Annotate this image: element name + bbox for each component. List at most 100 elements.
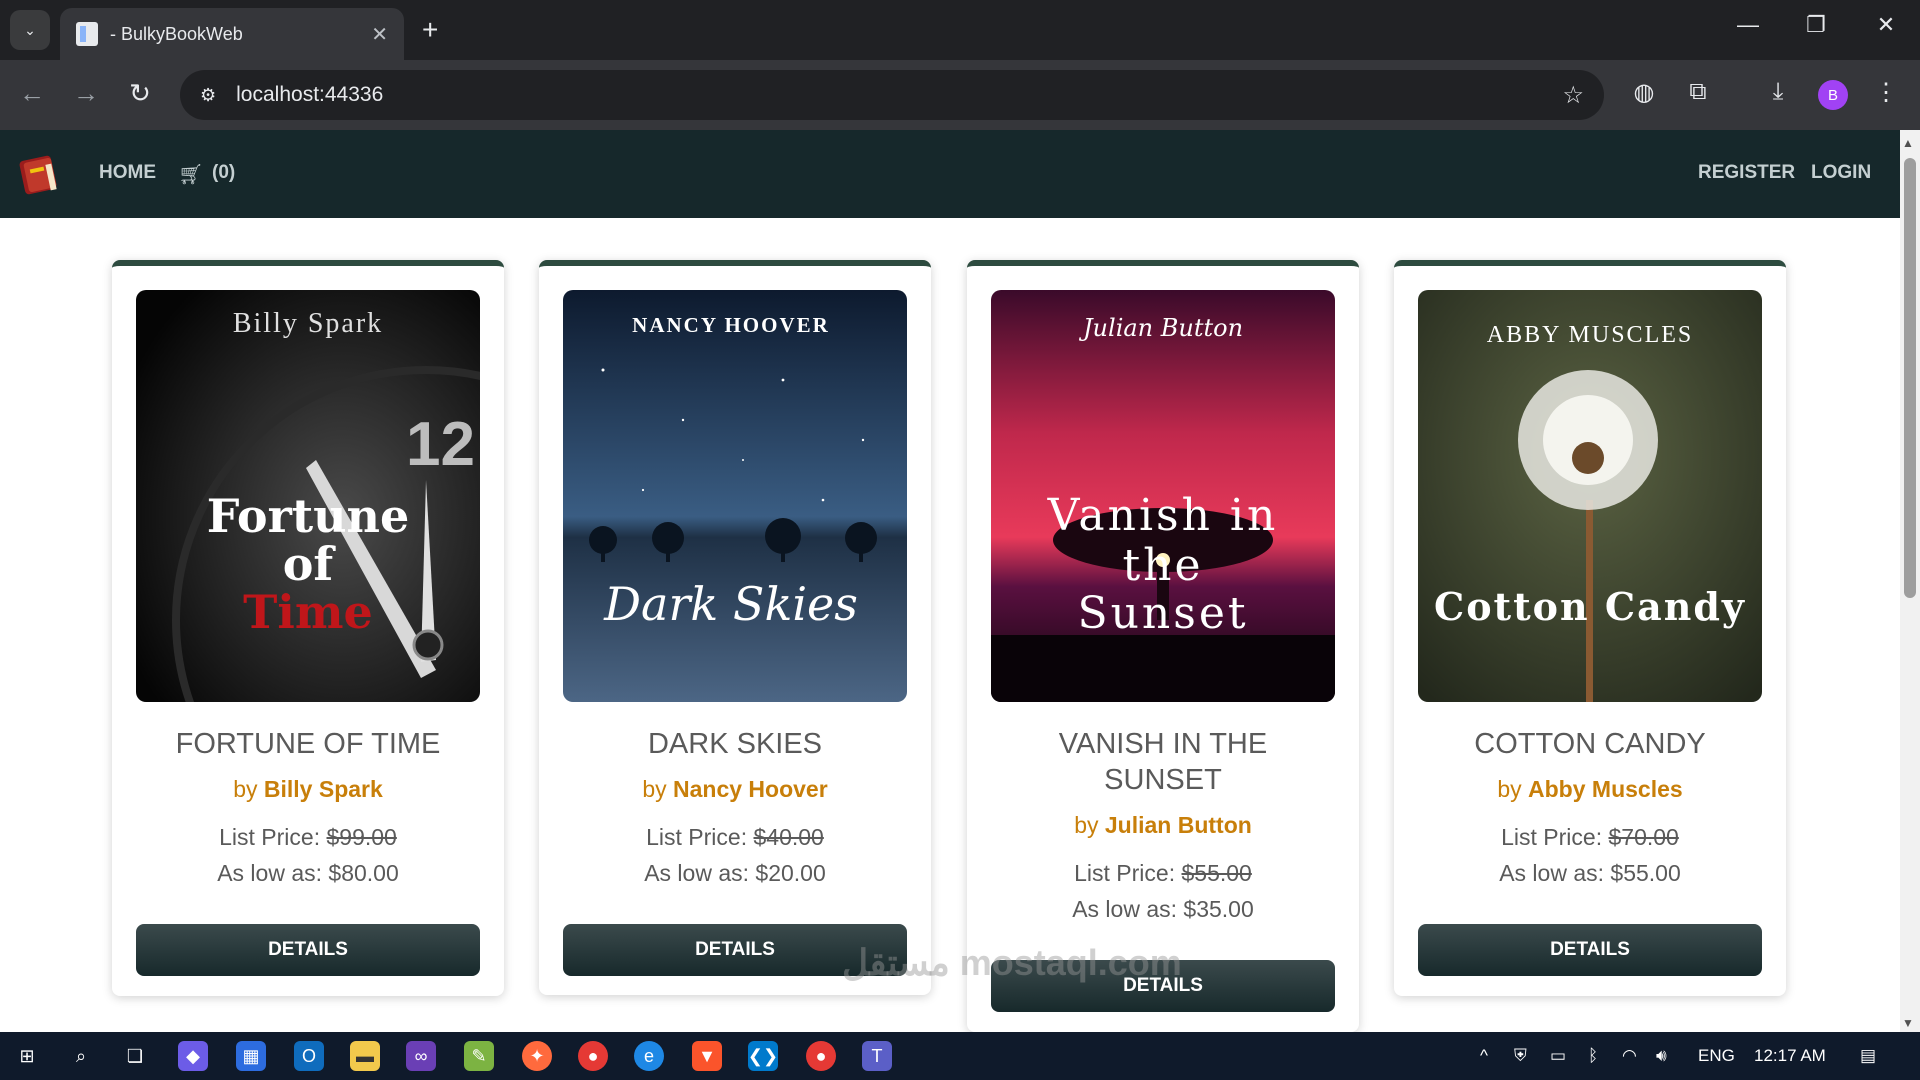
language-indicator[interactable]: ENG	[1698, 1046, 1735, 1066]
tab-search-button[interactable]: ⌄	[10, 10, 50, 50]
visual-studio-icon[interactable]: ∞	[406, 1041, 436, 1071]
cover-dark-skies: NANCY HOOVER Dark Skies	[563, 290, 907, 702]
extensions-icon[interactable]: ⧉	[1680, 78, 1716, 106]
details-button[interactable]: DETAILS	[1418, 924, 1762, 976]
brave-icon[interactable]: ▼	[692, 1041, 722, 1071]
nav-home-link[interactable]: HOME	[99, 162, 156, 184]
sale-price: As low as: $55.00	[1499, 860, 1681, 886]
reload-icon[interactable]: ↻	[122, 78, 158, 109]
sale-price: As low as: $20.00	[644, 860, 826, 886]
cart-count[interactable]: (0)	[212, 162, 235, 184]
watermark: مستقل mostaql.com	[842, 942, 1182, 983]
search-icon[interactable]: ⌕	[66, 1041, 96, 1071]
task-view-icon[interactable]: ❏	[120, 1041, 150, 1071]
product-title: COTTON CANDY	[1474, 728, 1706, 760]
volume-icon[interactable]: 🔊︎	[1656, 1046, 1667, 1066]
copilot-icon[interactable]: ◆	[178, 1041, 208, 1071]
cover-title-line3: Time	[243, 585, 373, 639]
product-title: DARK SKIES	[647, 728, 823, 760]
scroll-up-icon[interactable]: ▲	[1902, 136, 1914, 150]
scroll-down-icon[interactable]: ▼	[1902, 1016, 1914, 1030]
product-author: by Billy Spark	[233, 776, 383, 802]
postman-icon[interactable]: ✦	[522, 1041, 552, 1071]
cover-title-line2: of	[283, 537, 337, 591]
back-icon[interactable]: ←	[14, 78, 50, 109]
download-icon[interactable]: ⤓	[1760, 78, 1796, 106]
close-window-icon[interactable]: ✕	[1866, 12, 1906, 38]
teams-icon[interactable]: T	[862, 1041, 892, 1071]
windows-start-icon[interactable]: ⊞	[12, 1041, 42, 1071]
cover-title-line1: Cotton Candy	[1434, 584, 1746, 629]
product-author: by Abby Muscles	[1497, 776, 1683, 802]
cover-cotton-candy: ABBY MUSCLES Cotton Candy	[1418, 290, 1762, 702]
book-logo-icon[interactable]	[18, 150, 62, 196]
wifi-icon[interactable]: ◠	[1622, 1046, 1637, 1066]
cover-title-line1: Dark Skies	[603, 577, 858, 631]
url-text[interactable]: localhost:44336	[236, 83, 1562, 107]
shopping-cart-icon[interactable]: 🛒︎	[178, 162, 203, 187]
list-price: List Price: $55.00	[1074, 860, 1252, 886]
product-title: FORTUNE OF TIME	[175, 728, 441, 760]
nav-register-link[interactable]: REGISTER	[1698, 162, 1795, 184]
address-bar[interactable]: ⚙ localhost:44336 ☆	[180, 70, 1604, 120]
menu-kebab-icon[interactable]: ⋮	[1868, 78, 1904, 107]
product-title-line1: VANISH IN THE	[1058, 728, 1268, 760]
browser-tab[interactable]: - BulkyBookWeb ✕	[60, 8, 404, 60]
chrome-icon[interactable]: ●	[578, 1041, 608, 1071]
tray-chevron-icon[interactable]: ^	[1480, 1046, 1488, 1066]
book-cover-image[interactable]: 12 Billy Spark Fortune of Time	[136, 290, 480, 702]
vscode-icon[interactable]: ❮❯	[748, 1041, 778, 1071]
cover-vanish-in-the-sunset: Julian Button Vanish in the Sunset	[991, 290, 1335, 702]
outlook-icon[interactable]: O	[294, 1041, 324, 1071]
product-title: VANISH IN THE SUNSET	[967, 726, 1359, 798]
forward-icon[interactable]: →	[68, 78, 104, 109]
chevron-down-icon: ⌄	[24, 21, 36, 38]
cover-title-line1: Fortune	[207, 489, 409, 543]
details-button[interactable]: DETAILS	[136, 924, 480, 976]
bluetooth-icon[interactable]: ᛒ	[1588, 1046, 1598, 1066]
site-info-icon[interactable]: ⚙	[200, 85, 216, 106]
clock[interactable]: 12:17 AM	[1754, 1046, 1826, 1066]
list-price: List Price: $70.00	[1501, 824, 1679, 850]
cover-title-line3: Sunset	[1077, 588, 1248, 639]
cover-title-line2: the	[1122, 540, 1203, 591]
edge-icon[interactable]: e	[634, 1041, 664, 1071]
book-cover-image[interactable]: Julian Button Vanish in the Sunset	[991, 290, 1335, 702]
site-navbar: HOME 🛒︎ (0) REGISTER LOGIN	[0, 130, 1900, 218]
tab-title: - BulkyBookWeb	[110, 23, 243, 44]
svg-text:12: 12	[406, 410, 475, 479]
cover-fortune-of-time: 12 Billy Spark Fortune of Time	[136, 290, 480, 702]
cover-author-text: Billy Spark	[233, 308, 383, 339]
product-card: ABBY MUSCLES Cotton Candy COTTON CANDY b…	[1394, 260, 1786, 996]
nav-login-link[interactable]: LOGIN	[1811, 162, 1871, 184]
store-icon[interactable]: ▦	[236, 1041, 266, 1071]
app-icon[interactable]: ✎	[464, 1041, 494, 1071]
book-cover-image[interactable]: ABBY MUSCLES Cotton Candy	[1418, 290, 1762, 702]
scrollbar-thumb[interactable]	[1904, 158, 1916, 598]
bookmark-star-icon[interactable]: ☆	[1562, 81, 1584, 110]
product-author: by Nancy Hoover	[642, 776, 828, 802]
cover-author-text: NANCY HOOVER	[632, 313, 830, 337]
cover-author-text: Julian Button	[1078, 314, 1243, 342]
restore-icon[interactable]: ❐	[1796, 12, 1836, 38]
profile-avatar[interactable]: B	[1818, 80, 1848, 110]
cover-author-text: ABBY MUSCLES	[1487, 322, 1693, 348]
close-tab-icon[interactable]: ✕	[371, 22, 388, 47]
sale-price: As low as: $35.00	[1072, 896, 1254, 922]
battery-icon[interactable]: ▭	[1550, 1046, 1566, 1066]
book-cover-image[interactable]: NANCY HOOVER Dark Skies	[563, 290, 907, 702]
minimize-icon[interactable]: —	[1728, 12, 1768, 38]
product-card: 12 Billy Spark Fortune of Time FORTUNE O…	[112, 260, 504, 996]
list-price: List Price: $99.00	[219, 824, 397, 850]
list-price: List Price: $40.00	[646, 824, 824, 850]
new-tab-button[interactable]: +	[422, 14, 438, 46]
page-favicon-icon	[76, 22, 98, 46]
product-title-line2: SUNSET	[1104, 764, 1222, 796]
translate-globe-icon[interactable]: ◍	[1626, 78, 1662, 107]
security-icon[interactable]: ⛨	[1514, 1046, 1527, 1066]
file-explorer-icon[interactable]: ▬	[350, 1041, 380, 1071]
product-grid: 12 Billy Spark Fortune of Time FORTUNE O…	[0, 218, 1900, 1032]
cover-title-line1: Vanish in	[1047, 490, 1279, 541]
chrome-active-icon[interactable]: ●	[806, 1041, 836, 1071]
notification-icon[interactable]: ▤	[1860, 1046, 1876, 1066]
